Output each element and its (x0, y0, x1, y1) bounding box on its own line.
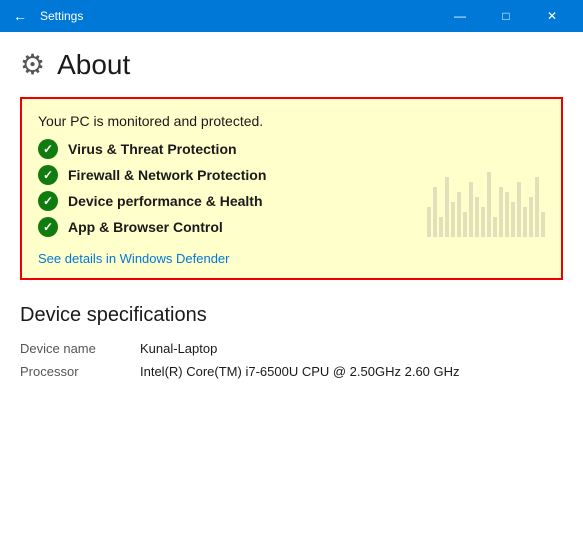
main-content: ⚙ About Your PC is monitored and protect… (0, 32, 583, 403)
device-specs-section: Device specifications Device name Kunal-… (20, 304, 563, 379)
defender-link[interactable]: See details in Windows Defender (38, 251, 230, 266)
security-status-text: Your PC is monitored and protected. (38, 113, 545, 129)
page-title: About (57, 49, 130, 81)
check-icon-app (38, 217, 58, 237)
settings-gear-icon: ⚙ (20, 48, 45, 81)
security-label-device: Device performance & Health (68, 193, 263, 209)
close-button[interactable]: ✕ (529, 0, 575, 32)
security-label-app: App & Browser Control (68, 219, 223, 235)
minimize-icon: — (454, 9, 466, 23)
chart-decoration (427, 172, 545, 237)
security-box: Your PC is monitored and protected. Viru… (20, 97, 563, 280)
security-box-inner: Your PC is monitored and protected. Viru… (38, 113, 545, 237)
titlebar-left: ← Settings (8, 4, 83, 28)
security-label-virus: Virus & Threat Protection (68, 141, 237, 157)
check-icon-firewall (38, 165, 58, 185)
check-icon-virus (38, 139, 58, 159)
spec-label-processor: Processor (20, 364, 140, 379)
security-label-firewall: Firewall & Network Protection (68, 167, 266, 183)
device-specs-title: Device specifications (20, 304, 563, 327)
titlebar: ← Settings — □ ✕ (0, 0, 583, 32)
maximize-icon: □ (502, 9, 509, 23)
spec-value-device-name: Kunal-Laptop (140, 341, 217, 356)
minimize-button[interactable]: — (437, 0, 483, 32)
back-button[interactable]: ← (8, 4, 32, 28)
spec-row-device-name: Device name Kunal-Laptop (20, 341, 563, 356)
security-item-virus: Virus & Threat Protection (38, 139, 545, 159)
page-header: ⚙ About (20, 48, 563, 81)
close-icon: ✕ (547, 9, 557, 23)
check-icon-device (38, 191, 58, 211)
titlebar-controls: — □ ✕ (437, 0, 575, 32)
titlebar-title: Settings (40, 9, 83, 23)
spec-row-processor: Processor Intel(R) Core(TM) i7-6500U CPU… (20, 364, 563, 379)
spec-value-processor: Intel(R) Core(TM) i7-6500U CPU @ 2.50GHz… (140, 364, 460, 379)
back-icon: ← (13, 8, 27, 24)
spec-label-device-name: Device name (20, 341, 140, 356)
maximize-button[interactable]: □ (483, 0, 529, 32)
